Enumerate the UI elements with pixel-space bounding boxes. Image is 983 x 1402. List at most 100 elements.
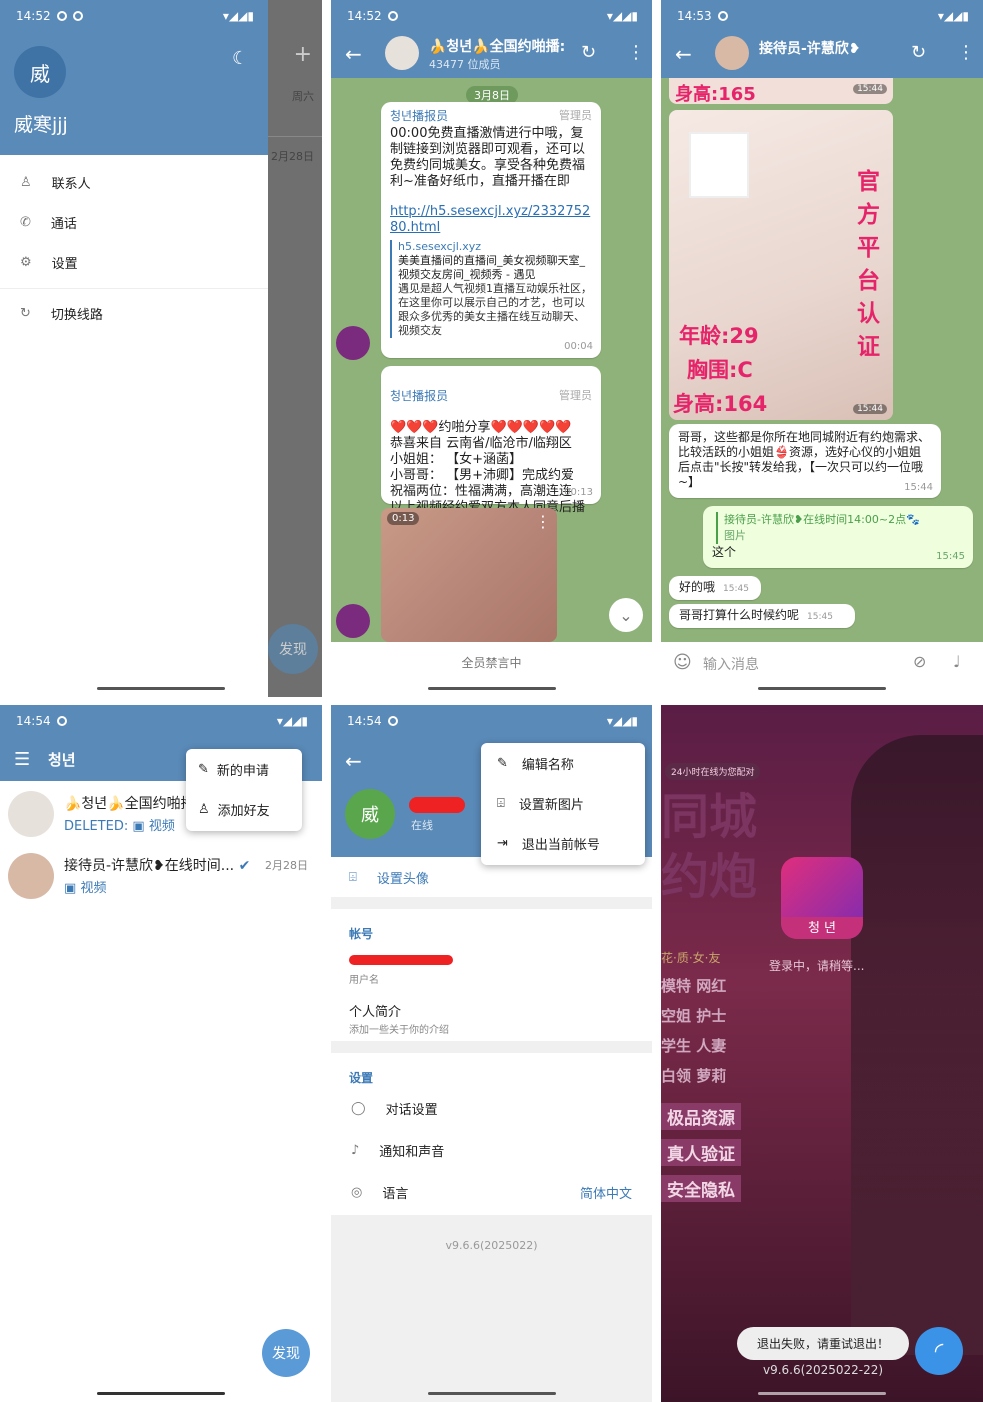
attach-icon[interactable]: ⊘ [913, 652, 926, 671]
message-bubble[interactable]: 哥哥，这些都是你所在地同城附近有约炮需求、比较活跃的小姐姐👙资源，选好心仪的小姐… [669, 424, 941, 498]
more-icon[interactable]: ⋮ [535, 512, 551, 531]
video-message[interactable]: 0:13 ⋮ [381, 508, 557, 642]
message-bubble[interactable]: 청년播报员 管理员 ❤️❤️❤️约啪分享❤️❤️❤️❤️❤️ 恭喜来自 云南省/临… [381, 366, 601, 531]
globe-icon: ◎ [351, 1184, 363, 1200]
profile-screen: 14:54 ▾◢◢▮ ← 威 在线 ✎ 编辑名称 ⌹ 设置新图片 ⇥ 退出当前帐号 ⌹ 设… [331, 705, 652, 1402]
mic-icon[interactable]: ♩ [953, 652, 961, 671]
group-chat-screen: 14:52 ▾◢◢▮ ← 🍌청년🍌全国约啪播: 43477 位成员 ↻ ⋮ 3月8… [331, 0, 652, 697]
more-icon[interactable]: ⋮ [957, 42, 975, 63]
hamburger-icon[interactable]: ☰ [14, 749, 30, 770]
loading-spinner-icon: ◜ [915, 1327, 963, 1375]
back-arrow-icon[interactable]: ← [345, 749, 362, 773]
account-section: 帐号 用户名 个人简介 添加一些关于你的介绍 [331, 909, 652, 1041]
phone-icon: ✆ [20, 214, 31, 230]
refresh-icon[interactable]: ↻ [581, 42, 596, 63]
drawer-menu: ♙ 联系人 ✆ 通话 ⚙ 设置 ↻ 切换线路 [0, 162, 268, 337]
settings-section: 设置 ◯ 对话设置 ♪ 通知和声音 ◎ 语言 简体中文 [331, 1053, 652, 1215]
drawer-screen: 周六 2月28日 + 发现 14:52 ▾◢◢▮ 威 威寒jjj ☾ ♙ 联系人 ✆… [0, 0, 322, 697]
outgoing-reply-bubble[interactable]: 接待员-许慧欣❥在线时间14:00~2点🐾 图片 这个 15:45 [703, 506, 973, 568]
username: 威寒jjj [14, 114, 68, 136]
back-arrow-icon[interactable]: ← [675, 42, 692, 66]
image-message[interactable]: 官方平台认证 年龄:29 胸围:C 身高:164 15:44 [669, 110, 893, 420]
sender-avatar[interactable] [336, 326, 370, 360]
pencil-icon: ✎ [497, 755, 508, 771]
menu-settings[interactable]: ⚙ 设置 [0, 242, 268, 282]
add-person-icon: ♙ [198, 801, 210, 817]
fab-discover[interactable]: 发现 [262, 1329, 310, 1377]
emoji-icon[interactable]: ☺ [673, 652, 692, 673]
photo-thumb [689, 132, 749, 198]
popup-menu: ✎ 编辑名称 ⌹ 设置新图片 ⇥ 退出当前帐号 [481, 743, 645, 865]
version: v9.6.6(2025022) [445, 1239, 538, 1252]
message-text: 00:00免费直播激情进行中哦，复制链接到浏览器即可观看，还可以免费约同城美女。… [390, 126, 586, 189]
group-title[interactable]: 🍌청년🍌全国约啪播: [429, 36, 565, 56]
redacted-username [349, 955, 453, 965]
avatar[interactable]: 威 [14, 46, 66, 98]
message-bubble[interactable]: 哥哥打算什么时候约呢 15:45 [669, 604, 855, 628]
certified-text: 官方平台认证 [857, 169, 880, 360]
row-language[interactable]: ◎ 语言 简体中文 [331, 1171, 652, 1213]
moon-icon[interactable]: ☾ [232, 48, 248, 69]
plus-icon: + [293, 42, 312, 67]
redacted-name [409, 797, 465, 813]
gear-icon: ⚙ [20, 254, 32, 270]
app-title: 청년 [48, 751, 76, 769]
contact-title[interactable]: 接待员-许慧欣❥ [759, 38, 861, 58]
quoted-reply[interactable]: 接待员-许慧欣❥在线时间14:00~2点🐾 图片 [716, 512, 964, 544]
video-icon: ▣ [132, 819, 145, 834]
bell-icon: ♪ [351, 1142, 360, 1158]
message-link[interactable]: http://h5.sesexcjl.xyz/233275280.html [390, 204, 592, 236]
chat-list-screen: 14:54 ▾◢◢▮ ☰ 청년 ✎ 新的申请 ♙ 添加好友 🍌청년🍌全国约啪播 DEL… [0, 705, 322, 1402]
drawer-header: 14:52 ▾◢◢▮ 威 威寒jjj ☾ [0, 0, 268, 155]
menu-calls[interactable]: ✆ 通话 [0, 202, 268, 242]
chat-icon: ◯ [351, 1100, 366, 1116]
camera-icon: ⌹ [497, 795, 505, 811]
row-notifications[interactable]: ♪ 通知和声音 [331, 1129, 652, 1171]
back-arrow-icon[interactable]: ← [345, 42, 362, 66]
menu-set-photo[interactable]: ⌹ 设置新图片 [481, 783, 645, 823]
fab-discover[interactable]: 发现 [268, 624, 318, 674]
dimmed-chat-list: 周六 2月28日 + 发现 [268, 0, 322, 697]
status-time: 14:52 [16, 9, 51, 23]
sender-name[interactable]: 청년播报员 [390, 108, 448, 124]
video-icon: ▣ [64, 881, 77, 896]
more-icon[interactable]: ⋮ [627, 42, 645, 63]
menu-contacts[interactable]: ♙ 联系人 [0, 162, 268, 202]
toast: 退出失败，请重试退出！ [737, 1327, 910, 1360]
chat-header: 14:52 ▾◢◢▮ ← 🍌청년🍌全国约啪播: 43477 位成员 ↻ ⋮ [331, 0, 652, 78]
loading-text: 登录中，请稍等... [769, 959, 865, 973]
menu-switch-line[interactable]: ↻ 切换线路 [0, 289, 268, 337]
message-bubble[interactable]: 好的哦 15:45 [669, 576, 761, 600]
scroll-down-icon[interactable]: ⌄ [609, 598, 643, 632]
menu-edit-name[interactable]: ✎ 编辑名称 [481, 743, 645, 783]
version: v9.6.6(2025022-22) [763, 1363, 884, 1377]
camera-icon: ⌹ [349, 869, 357, 885]
message-bubble[interactable]: 청년播报员 管理员 00:00免费直播激情进行中哦，复制链接到浏览器即可观看，还可… [381, 102, 601, 358]
model-photo [851, 735, 983, 1355]
verified-icon: ✔ [238, 858, 251, 874]
sender-avatar[interactable] [336, 604, 370, 638]
chat-header: 14:53 ▾◢◢▮ ← 接待员-许慧欣❥ ↻ ⋮ [661, 0, 983, 78]
image-message[interactable]: 身高:165 15:44 [669, 78, 893, 105]
row-chat-settings[interactable]: ◯ 对话设置 [331, 1087, 652, 1129]
logout-icon: ⇥ [497, 835, 508, 851]
group-avatar[interactable] [385, 36, 419, 70]
menu-new-request[interactable]: ✎ 新的申请 [186, 749, 302, 789]
message-text: 这个 [712, 545, 737, 559]
popup-menu: ✎ 新的申请 ♙ 添加好友 [186, 749, 302, 831]
bio-row[interactable]: 个人简介 [349, 1001, 401, 1020]
menu-add-friend[interactable]: ♙ 添加好友 [186, 789, 302, 829]
bg-day: 2月28日 [271, 150, 314, 163]
refresh-icon[interactable]: ↻ [911, 42, 926, 63]
avatar[interactable]: 威 [345, 789, 395, 839]
menu-logout[interactable]: ⇥ 退出当前帐号 [481, 823, 645, 863]
sender-name[interactable]: 청년播报员 [390, 388, 448, 404]
avatar [8, 853, 54, 899]
message-input[interactable]: 输入消息 [703, 654, 759, 674]
refresh-icon: ↻ [20, 305, 31, 321]
note-icon: ✎ [198, 761, 209, 777]
link-preview[interactable]: h5.sesexcjl.xyz 美美直播间的直播间_美女视频聊天室_视频交友房间… [390, 240, 592, 338]
app-logo: 청 년 [781, 857, 863, 939]
chat-row[interactable]: 接待员-许慧欣❥在线时间... ✔ 2月28日 ▣ 视频 [0, 849, 322, 905]
contact-avatar[interactable] [715, 36, 749, 70]
